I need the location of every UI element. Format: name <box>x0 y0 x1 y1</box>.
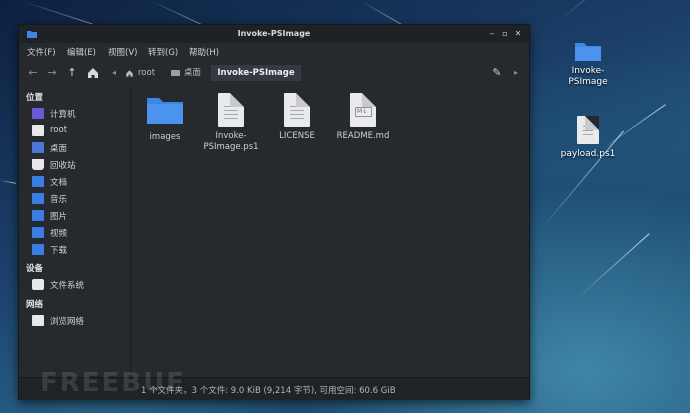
breadcrumb-label: root <box>138 68 156 78</box>
title-bar[interactable]: Invoke-PSImage ‒ ▫ ✕ <box>19 25 529 43</box>
toolbar: ← → ↑ ◂ root 桌面 Invoke-PSImage ✎ ▸ <box>19 63 529 83</box>
up-arrow-icon[interactable]: ↑ <box>65 66 79 80</box>
breadcrumb-scroll-right-icon[interactable]: ▸ <box>509 66 523 80</box>
text-file-icon <box>577 116 599 144</box>
file-view: images Invoke- PSImage.ps1 LICENSE M↓ RE… <box>131 87 528 377</box>
sidebar-item-label: 视频 <box>50 229 68 239</box>
sidebar-item-videos[interactable]: 视频 <box>32 226 127 240</box>
file-name: README.md <box>336 131 390 141</box>
window-title: Invoke-PSImage <box>237 29 311 38</box>
sidebar-item-computer[interactable]: 计算机 <box>32 107 127 121</box>
folder-icon <box>575 43 601 61</box>
sidebar-section-places: 位置 <box>26 93 44 103</box>
trash-icon <box>32 159 44 170</box>
menu-file[interactable]: 文件(F) <box>27 46 56 58</box>
pictures-folder-icon <box>32 210 44 221</box>
file-name: images <box>149 132 181 142</box>
pencil-icon[interactable]: ✎ <box>490 66 504 80</box>
network-icon <box>32 315 44 326</box>
sidebar-item-label: 浏览网络 <box>50 317 85 327</box>
maximize-icon[interactable]: ▫ <box>500 29 510 39</box>
breadcrumb-label: 桌面 <box>184 68 202 78</box>
file-item-readme[interactable]: M↓ README.md <box>331 93 395 142</box>
sidebar-item-label: root <box>50 125 68 135</box>
desktop-item-invoke-psimage[interactable]: Invoke- PSImage <box>556 40 620 88</box>
markdown-file-icon: M↓ <box>350 93 376 127</box>
desktop-icon <box>171 70 180 76</box>
desktop-item-label: Invoke- PSImage <box>568 66 608 87</box>
drive-icon <box>32 279 44 290</box>
sidebar-section-network: 网络 <box>26 300 44 310</box>
breadcrumb-root[interactable]: root <box>125 65 165 81</box>
sidebar-section-devices: 设备 <box>26 264 44 274</box>
documents-folder-icon <box>32 176 44 187</box>
sidebar-item-label: 图片 <box>50 212 68 222</box>
sidebar-item-label: 回收站 <box>50 161 76 171</box>
music-folder-icon <box>32 193 44 204</box>
breadcrumb-desktop[interactable]: 桌面 <box>169 65 209 81</box>
minimize-icon[interactable]: ‒ <box>487 29 497 39</box>
sidebar-item-browse-network[interactable]: 浏览网络 <box>32 314 127 328</box>
close-icon[interactable]: ✕ <box>513 29 523 39</box>
file-item-license[interactable]: LICENSE <box>265 93 329 142</box>
sidebar-item-label: 文件系统 <box>50 281 85 291</box>
sidebar-item-downloads[interactable]: 下载 <box>32 243 127 257</box>
file-item-images[interactable]: images <box>133 95 197 143</box>
file-name: LICENSE <box>279 131 315 141</box>
sidebar-item-desktop[interactable]: 桌面 <box>32 141 127 155</box>
sidebar-item-label: 音乐 <box>50 195 68 205</box>
sidebar-item-label: 文档 <box>50 178 68 188</box>
watermark-logo: FREEBUF <box>40 368 186 398</box>
sidebar-item-label: 下载 <box>50 246 68 256</box>
sidebar-item-filesystem[interactable]: 文件系统 <box>32 278 127 292</box>
desktop-icon <box>32 142 44 153</box>
sidebar: 位置 计算机 root 桌面 回收站 文档 音乐 图片 视频 下载 设备 文件系… <box>19 87 131 377</box>
menu-go[interactable]: 转到(G) <box>148 46 178 58</box>
file-manager-window: Invoke-PSImage ‒ ▫ ✕ 文件(F) 编辑(E) 视图(V) 转… <box>18 24 530 400</box>
text-file-icon <box>284 93 310 127</box>
menu-edit[interactable]: 编辑(E) <box>67 46 96 58</box>
menu-help[interactable]: 帮助(H) <box>189 46 219 58</box>
breadcrumb-current[interactable]: Invoke-PSImage <box>211 65 301 81</box>
computer-icon <box>32 108 44 119</box>
menu-bar: 文件(F) 编辑(E) 视图(V) 转到(G) 帮助(H) <box>19 43 529 59</box>
breadcrumb-scroll-left-icon[interactable]: ◂ <box>107 66 121 80</box>
sidebar-item-label: 计算机 <box>50 110 76 120</box>
desktop-item-payload[interactable]: payload.ps1 <box>556 116 620 160</box>
back-arrow-icon[interactable]: ← <box>26 66 40 80</box>
file-name: Invoke- PSImage.ps1 <box>203 131 259 152</box>
desktop-item-label: payload.ps1 <box>560 149 616 159</box>
sidebar-item-root[interactable]: root <box>32 124 127 138</box>
home-icon[interactable] <box>86 66 100 80</box>
folder-icon <box>147 98 183 124</box>
text-file-icon <box>218 93 244 127</box>
forward-arrow-icon[interactable]: → <box>45 66 59 80</box>
sidebar-item-label: 桌面 <box>50 144 68 154</box>
file-item-invoke-psimage-ps1[interactable]: Invoke- PSImage.ps1 <box>199 93 263 153</box>
videos-folder-icon <box>32 227 44 238</box>
sidebar-item-documents[interactable]: 文档 <box>32 175 127 189</box>
home-icon <box>126 70 133 77</box>
menu-view[interactable]: 视图(V) <box>108 46 137 58</box>
sidebar-item-trash[interactable]: 回收站 <box>32 158 127 172</box>
sidebar-item-music[interactable]: 音乐 <box>32 192 127 206</box>
sidebar-item-pictures[interactable]: 图片 <box>32 209 127 223</box>
downloads-folder-icon <box>32 244 44 255</box>
home-folder-icon <box>32 125 44 136</box>
